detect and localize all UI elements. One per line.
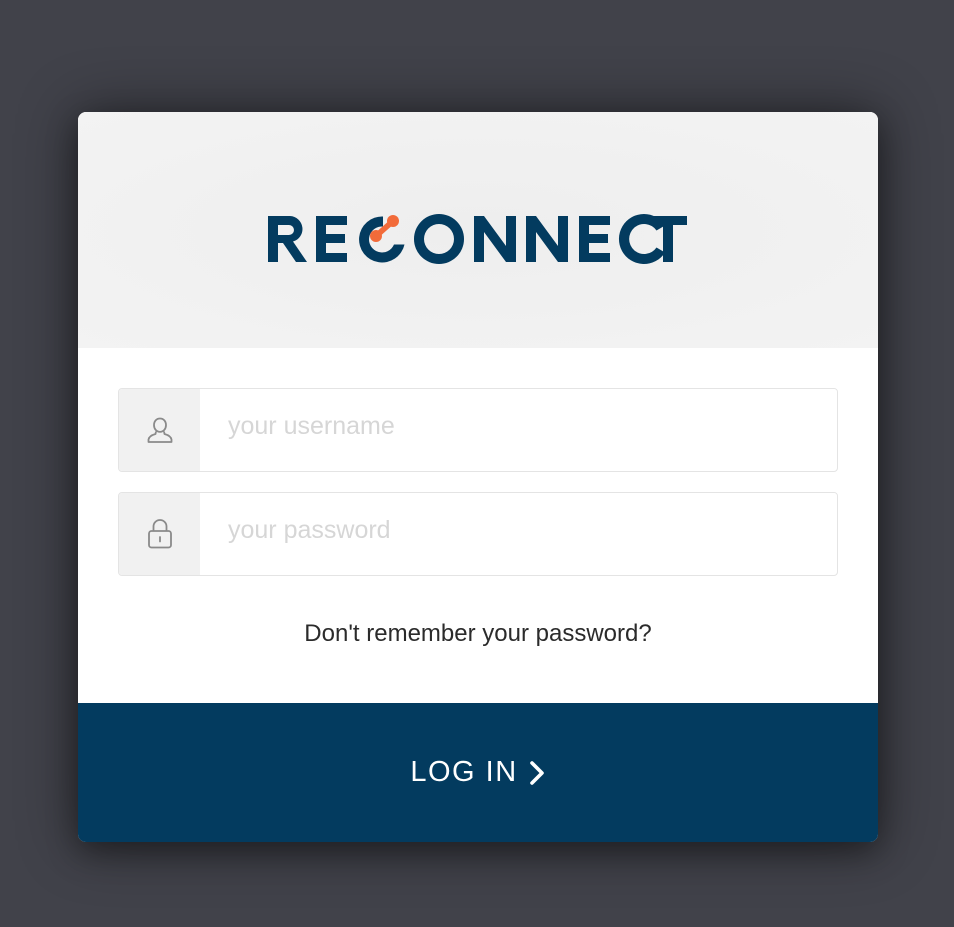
login-header (78, 112, 878, 348)
password-input[interactable] (200, 493, 837, 571)
login-form: Don't remember your password? (78, 348, 878, 703)
username-input[interactable] (200, 389, 837, 467)
login-button-label: LOG IN (410, 756, 518, 788)
login-card: Don't remember your password? LOG IN (78, 112, 878, 842)
forgot-password-link[interactable]: Don't remember your password? (78, 620, 878, 648)
username-addon (119, 389, 200, 471)
reconnect-logo (268, 213, 687, 264)
login-button[interactable]: LOG IN (78, 703, 878, 842)
password-addon (119, 493, 200, 575)
chevron-right-icon (529, 760, 544, 785)
user-icon (147, 417, 172, 443)
username-field-group (118, 388, 838, 472)
password-field-group (118, 492, 838, 576)
lock-icon (147, 519, 172, 549)
